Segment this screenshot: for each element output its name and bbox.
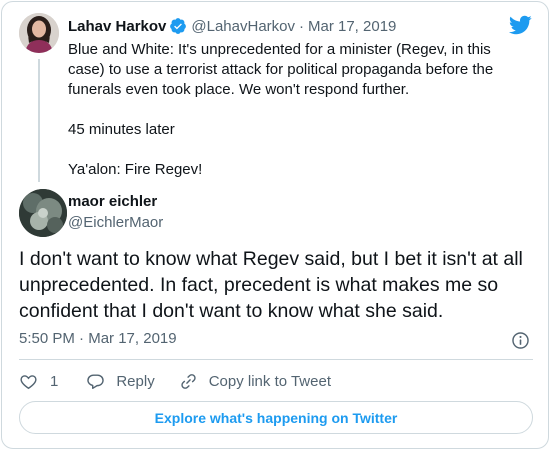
parent-tweet-date[interactable]: Mar 17, 2019 [308, 18, 396, 35]
reply-label: Reply [116, 372, 155, 390]
like-count: 1 [50, 372, 59, 390]
parent-tweet-text: Blue and White: It's unprecedented for a… [68, 40, 528, 180]
twitter-bird-icon[interactable] [508, 13, 532, 37]
tweet-timestamp[interactable]: 5:50 PM · Mar 17, 2019 [19, 330, 177, 347]
tweet-time: 5:50 PM [19, 330, 75, 347]
divider [19, 359, 533, 360]
parent-author-handle[interactable]: @LahavHarkov [191, 18, 295, 35]
heart-icon [20, 374, 37, 389]
tweet-date: Mar 17, 2019 [88, 330, 177, 347]
reply-button[interactable]: Reply [86, 372, 155, 391]
info-icon[interactable] [511, 331, 530, 350]
parent-tweet-line: 45 minutes later [68, 121, 175, 138]
parent-tweet-header: Lahav Harkov @LahavHarkov · Mar 17, 2019 [68, 15, 396, 37]
parent-author-name[interactable]: Lahav Harkov [68, 18, 166, 35]
parent-tweet-line: Ya'alon: Fire Regev! [68, 161, 203, 178]
like-button[interactable]: 1 [19, 372, 58, 391]
main-author-handle[interactable]: @EichlerMaor [68, 214, 163, 231]
timestamp-separator: · [79, 330, 85, 347]
main-author-name[interactable]: maor eichler [68, 193, 157, 210]
link-icon [181, 373, 196, 389]
tweet-actions: 1 Reply Copy link to Tweet [19, 370, 331, 392]
main-author-avatar[interactable] [19, 189, 67, 237]
copy-link-button[interactable]: Copy link to Tweet [179, 372, 331, 391]
verified-badge-icon [169, 17, 187, 35]
header-separator: · [299, 17, 304, 35]
parent-author-avatar[interactable] [19, 13, 59, 53]
main-tweet-text: I don't want to know what Regev said, bu… [19, 248, 523, 322]
speech-bubble-icon [87, 373, 105, 389]
thread-connector-line [38, 59, 40, 182]
parent-tweet-line: Blue and White: It's unprecedented for a… [68, 41, 494, 98]
explore-twitter-button[interactable]: Explore what's happening on Twitter [19, 401, 533, 434]
copy-link-label: Copy link to Tweet [208, 372, 331, 390]
